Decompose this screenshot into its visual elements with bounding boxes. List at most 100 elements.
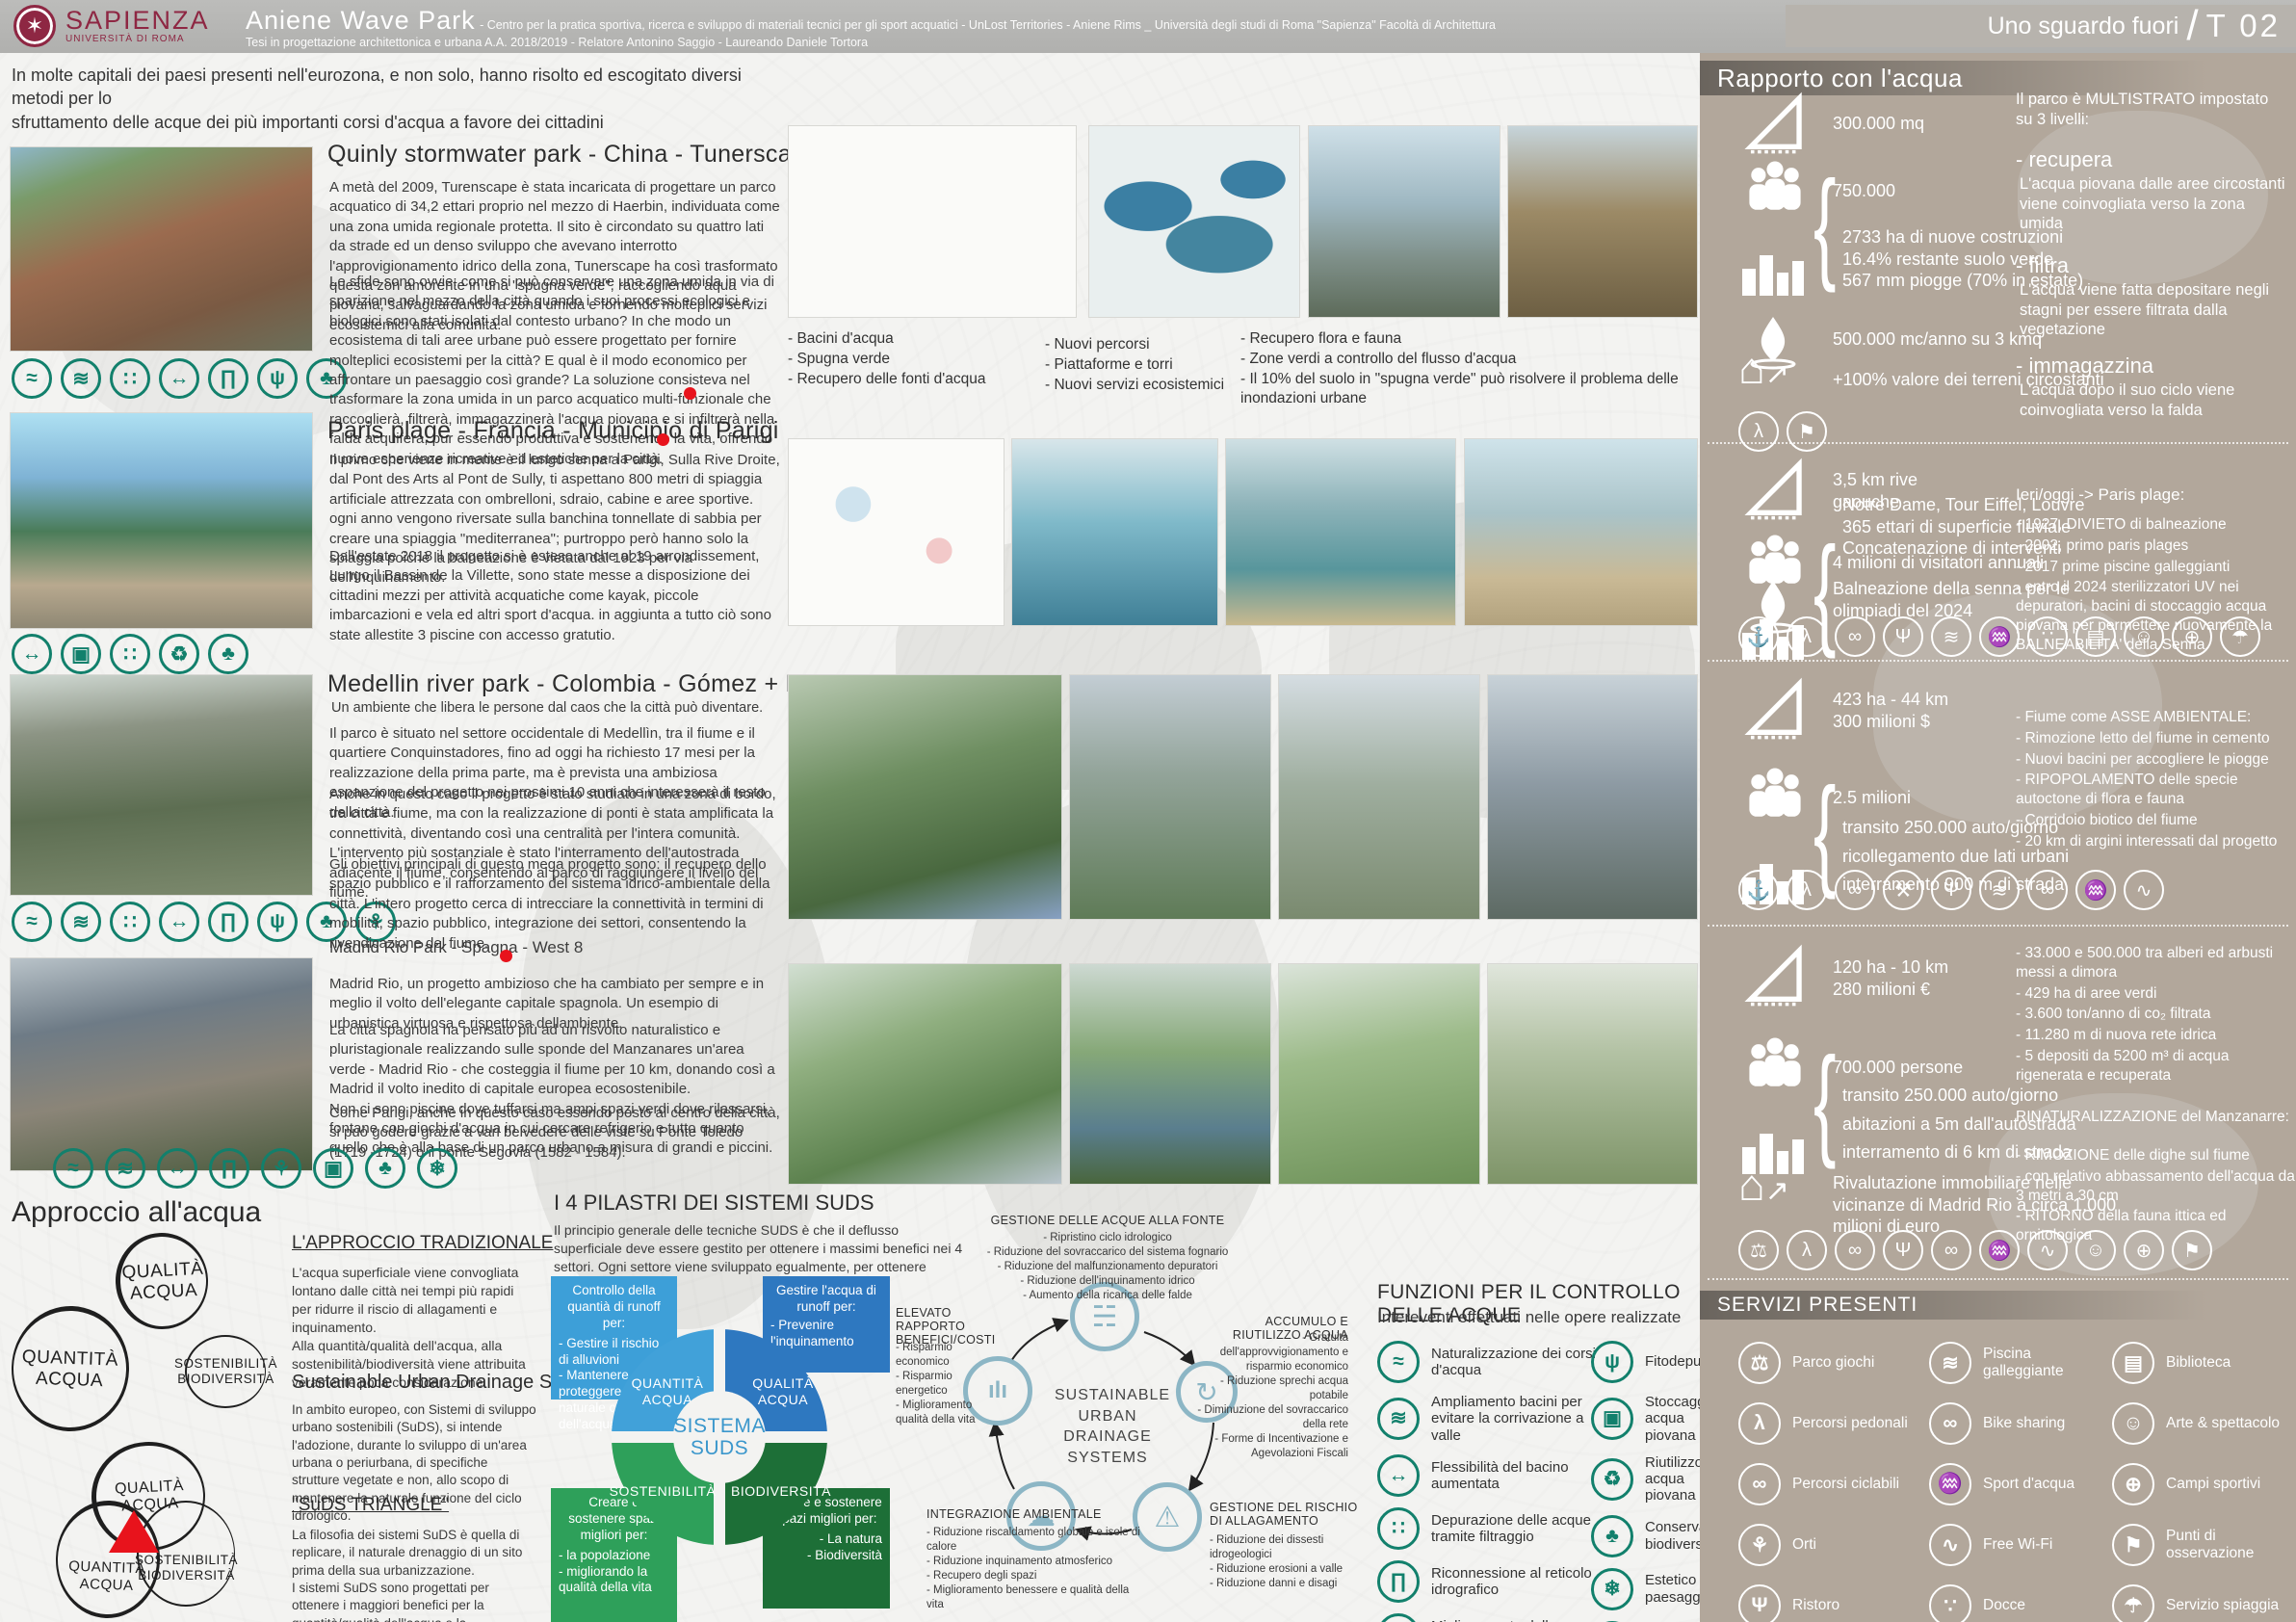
item-label: Campi sportivi: [2166, 1476, 2260, 1493]
list-item: - 2002, primo paris plages: [2016, 536, 2295, 556]
pool-icon: ≋: [1931, 616, 1971, 657]
venn-sustainability-circle: SOSTENIBILITÀ BIODIVERSITÀ: [185, 1335, 266, 1408]
madrid-green-park-photo: [1278, 963, 1480, 1185]
sheet-tab: Uno sguardo fuori / T 02: [1786, 5, 2296, 47]
donut-label-sustainability: SOSTENIBILITÀ: [605, 1483, 720, 1500]
beach-umbrella-icon: ☂: [2112, 1584, 2154, 1622]
sports-fields-item: ⊕ Campi sportivi: [2112, 1463, 2295, 1505]
sports-fields-icon: ⊕: [2112, 1463, 2154, 1505]
ruler-triangle-icon: [1740, 944, 1810, 1009]
item-label: Depurazione delle acque tramite filtragg…: [1431, 1512, 1601, 1546]
filtering-icon: ∷: [110, 902, 150, 942]
list-item: - Riduzione sprechi acqua potabile: [1183, 1374, 1348, 1403]
s4-ruler-stat: 120 ha - 10 km 280 milioni €: [1833, 956, 1948, 1000]
restaurant-icon: Ψ: [1883, 616, 1923, 657]
s3-right-list: - Fiume come ASSE AMBIENTALE: - Rimozion…: [2016, 708, 2295, 853]
cycle-center-label: SUSTAINABLE URBAN DRAINAGE SYSTEMS: [1055, 1385, 1161, 1468]
box-sustainability-items: - la popolazione- migliorando la qualità…: [559, 1548, 669, 1597]
s1-area-stat: 300.000 mq: [1833, 113, 1924, 135]
servizi-column-1: ⚖Parco giochi λPercorsi pedonali ∞ Percorsi…: [1738, 1342, 1941, 1622]
venn-quality-circle: QUALITÀ ACQUA: [113, 1231, 210, 1332]
paris-title: Paris plage - Francia - Municipio di Par…: [327, 417, 779, 445]
paris-seine-photo: [10, 412, 313, 629]
paris-paragraph-2: Dall'estate 2018 il progetto si è esteso…: [329, 547, 780, 645]
list-item: 16.4% restante suolo verde: [1842, 249, 2131, 271]
walking-item: λPercorsi pedonali: [1738, 1402, 1941, 1445]
medellin-title: Medellin river park - Colombia - Gómez +…: [327, 670, 855, 698]
landscape-aesthetic-icon: ❄: [1591, 1568, 1633, 1610]
list-item: - Miglioramento benessere e qualità dell…: [926, 1583, 1143, 1612]
paris-plage-sketch: [788, 438, 1004, 626]
s3-people-stat: 2.5 milioni: [1833, 787, 1911, 809]
ruler-triangle-icon: [1740, 92, 1810, 157]
item-label: Percorsi ciclabili: [1792, 1476, 1899, 1493]
list-item: - Recupero degli spazi: [926, 1569, 1143, 1583]
basin-flexibility-icon: ↔: [159, 902, 199, 942]
quinly-function-icons: ≈≋∷↔∏ψ♣: [12, 358, 347, 399]
list-item: - 5 depositi da 5200 m³ di acqua rigener…: [2016, 1047, 2296, 1086]
venn2-sustainability-label: SOSTENIBILITÀ BIODIVERSITÀ: [135, 1553, 238, 1583]
filtering-icon: ∷: [1377, 1507, 1420, 1550]
list-item: - 2017 prime piscine galleggianti: [2016, 558, 2295, 577]
sapienza-logo: ✶ SAPIENZA UNIVERSITÀ DI ROMA: [13, 5, 210, 47]
list-item: - Bacini d'acqua: [788, 329, 1038, 349]
water-system-icon: ⚙: [1377, 1613, 1420, 1622]
phytodepuration-icon: ψ: [257, 358, 298, 399]
rain-storage-icon: ▣: [1591, 1398, 1633, 1440]
paris-beach-photo: [1464, 438, 1698, 626]
water-storage-icon: ▣: [61, 634, 101, 674]
s1-brace: {: [1813, 176, 1837, 275]
bike-sharing-icon: ∞: [1929, 1402, 1971, 1445]
suds-triangle-text: La filosofia dei sistemi SuDS è quella d…: [292, 1527, 537, 1622]
list-item: - Rimozione letto del fiume in cemento: [2016, 729, 2295, 748]
basin-enlargement-icon: ≋: [1377, 1398, 1420, 1440]
servizi-title-bar: SERVIZI PRESENTI: [1700, 1291, 2296, 1320]
slope-icon: ≋: [105, 1148, 145, 1189]
medellin-aerial-river-photo: [788, 674, 1062, 920]
water-system-item: ⚙Miglioramento delle sistema idrico: [1377, 1613, 1601, 1622]
cycling-icon: ∞: [1738, 1463, 1781, 1505]
watersport-item: ♒Sport d'acqua: [1929, 1463, 2107, 1505]
shower-icon: ∵: [1929, 1584, 1971, 1622]
playground-item: ⚖Parco giochi: [1738, 1342, 1941, 1384]
theater-item: ☺Arte & spettacolo: [2112, 1402, 2295, 1445]
works-icon: ⚒: [1883, 870, 1923, 910]
s1-immagazzina-head: - immagazzina: [2016, 353, 2153, 379]
observation-award-icon: ⚑: [1787, 411, 1827, 452]
city-icon: [1735, 246, 1812, 300]
box-quantity-head: Controllo della quantià di runoff per:: [559, 1283, 669, 1332]
library-item: ▤Biblioteca: [2112, 1342, 2295, 1384]
cycle-benefits-list: - Risparmio economico- Risparmio energet…: [896, 1341, 1006, 1427]
list-item: - Forme di Incentivazione e Agevolazioni…: [1183, 1432, 1348, 1461]
cycle-source-list: - Ripristino ciclo idrologico- Riduzione…: [963, 1231, 1252, 1303]
item-label: Ristoro: [1792, 1597, 1839, 1614]
sidebar-divider-4: [1708, 1278, 2288, 1280]
garden-icon: ⚘: [1738, 1524, 1781, 1566]
basin-enlargement-icon: ≋: [61, 358, 101, 399]
list-item: - La natura: [770, 1531, 882, 1548]
people-icon: [1738, 1035, 1812, 1093]
item-label: Arte & spettacolo: [2166, 1415, 2280, 1432]
cycle-source-head: GESTIONE DELLE ACQUE ALLA FONTE: [982, 1214, 1233, 1227]
phytodepuration-icon: ψ: [1591, 1341, 1633, 1383]
hydro-network-icon: ∏: [208, 358, 248, 399]
phytodepuration-item: ψFitodepurazione: [1591, 1341, 1705, 1383]
list-item: - Riduzione dei dissesti idrogeologici: [1210, 1533, 1373, 1562]
house-value-icon: ⌂↗: [1738, 1159, 1789, 1211]
list-item: - Aumento della ricarica delle falde: [963, 1289, 1252, 1303]
item-label: Percorsi pedonali: [1792, 1415, 1908, 1432]
medellin-park-walkway-photo: [1278, 674, 1480, 920]
filtering-icon: ∷: [110, 358, 150, 399]
filtering-icon: ∷: [110, 634, 150, 674]
s3-activity-icons: ⚓λ∞⚒Ψ≋∞♒∿: [1738, 870, 2164, 910]
intro-text: In molte capitali dei paesi presenti nel…: [12, 64, 782, 134]
title-block: Aniene Wave Park - Centro per la pratica…: [246, 6, 1758, 49]
list-item: - Miglioramento qualità della vita: [896, 1399, 1006, 1427]
list-item: - Riduzione dell'inquinamento idrico: [963, 1274, 1252, 1289]
cycling-icon: ∞: [1835, 1230, 1875, 1270]
s1-immagazzina-body: L'acqua dopo il suo ciclo viene coinvogl…: [2020, 380, 2289, 420]
paris-seine-pool-photo: [1225, 438, 1456, 626]
s1-activity-icons: λ⚑: [1738, 411, 1827, 452]
donut-label-quality: QUALITÀ ACQUA: [740, 1375, 826, 1408]
floating-pool-icon: ≋: [1929, 1342, 1971, 1384]
